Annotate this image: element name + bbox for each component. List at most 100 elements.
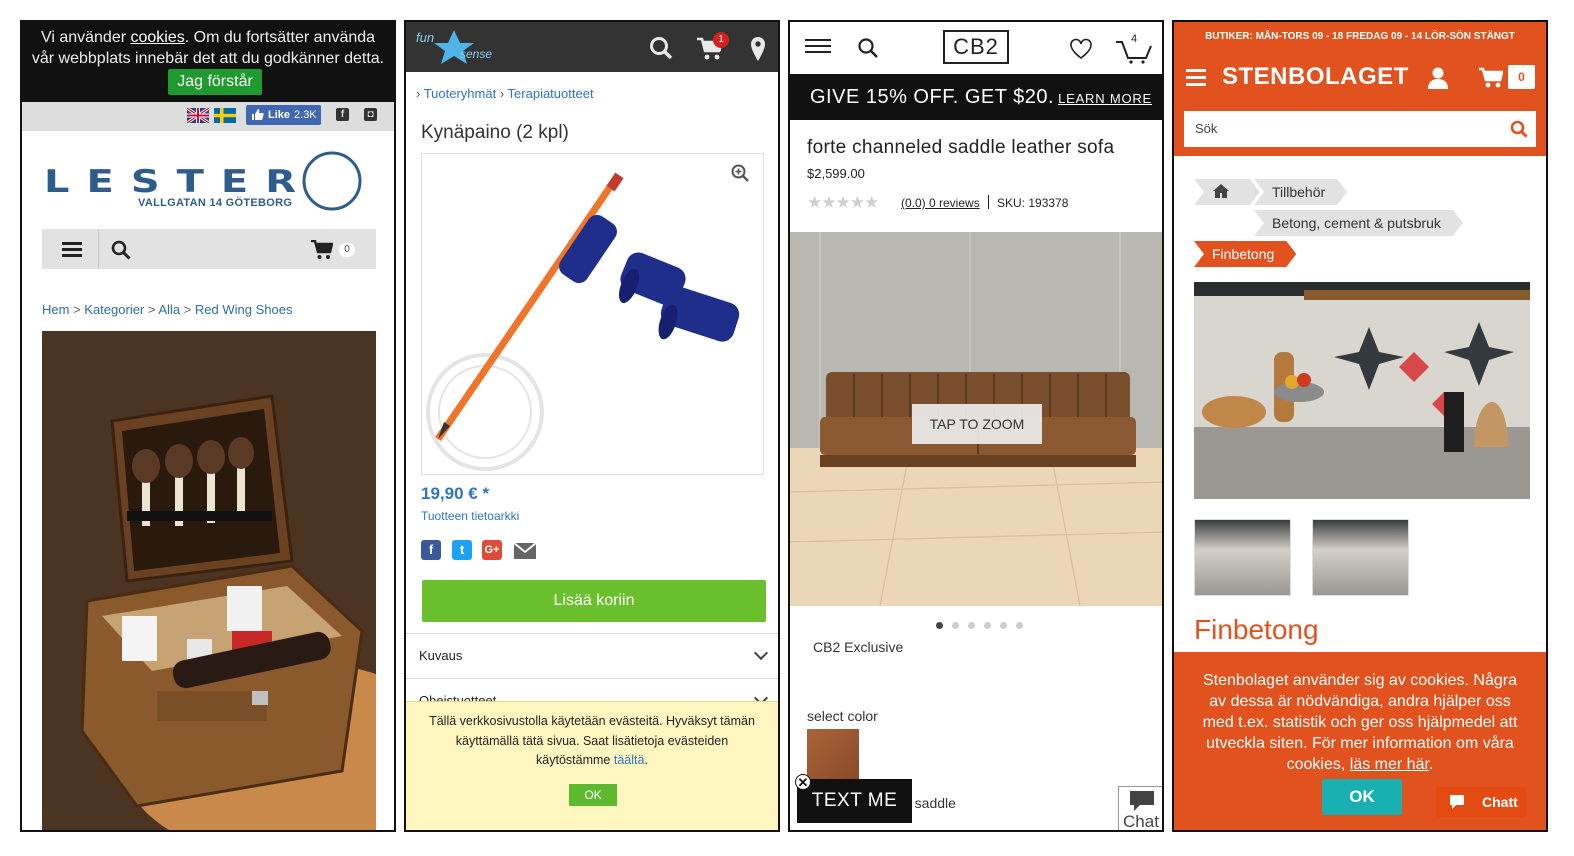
carousel-dot-4[interactable] xyxy=(984,622,991,629)
cookie-banner: Tällä verkkosivustolla käytetään evästei… xyxy=(406,701,778,830)
cart-icon[interactable] xyxy=(311,240,333,260)
product-thumbnail-1[interactable] xyxy=(1194,519,1291,596)
page-title: Finbetong xyxy=(1194,614,1319,645)
funsense-screen: fun sense 1 › Tuoteryhmät › Terapiatuott… xyxy=(404,20,780,832)
breadcrumb-home[interactable] xyxy=(1194,179,1260,205)
flag-uk-icon[interactable] xyxy=(187,108,209,123)
cart-count: 0 xyxy=(1508,65,1535,89)
search-icon[interactable] xyxy=(649,36,673,60)
cookie-link[interactable]: cookies xyxy=(130,29,184,46)
breadcrumb-current[interactable]: Red Wing Shoes xyxy=(195,302,293,317)
close-icon[interactable]: ✕ xyxy=(795,774,811,790)
logo-address: VALLGATAN 14 GÖTEBORG xyxy=(138,197,293,209)
product-datasheet-link[interactable]: Tuotteen tietoarkki xyxy=(421,509,519,523)
facebook-icon[interactable]: f xyxy=(421,540,441,560)
select-color-label: select color xyxy=(807,708,878,724)
lester-screen: Vi använder cookies. Om du fortsätter an… xyxy=(20,20,396,832)
nav-divider xyxy=(98,229,99,269)
cb2-logo[interactable]: CB2 xyxy=(943,30,1009,64)
logo-wordmark[interactable]: LESTER xyxy=(44,164,313,200)
cart-badge: 1 xyxy=(713,32,729,48)
chat-label: Chat xyxy=(1123,812,1159,831)
logo-sense: sense xyxy=(460,47,492,61)
cookie-text: Tällä verkkosivustolla käytetään evästei… xyxy=(429,714,755,767)
breadcrumb-all[interactable]: Alla xyxy=(158,302,180,317)
add-to-cart-button[interactable]: Lisää koriin xyxy=(422,580,766,622)
promo-banner[interactable]: GIVE 15% OFF. GET $20. LEARN MORE xyxy=(790,74,1162,120)
breadcrumb-current[interactable]: Finbetong xyxy=(1194,241,1296,267)
product-main-image[interactable] xyxy=(1194,282,1530,499)
cookie-accept-button[interactable]: Jag förstår xyxy=(168,69,262,95)
heart-icon[interactable] xyxy=(1069,38,1093,60)
product-title: Kynäpaino (2 kpl) xyxy=(421,122,569,143)
reviews-link[interactable]: (0.0) 0 reviews xyxy=(901,196,980,210)
cart-icon[interactable] xyxy=(1479,67,1503,89)
cookie-text-pre: Vi använder xyxy=(40,29,131,46)
product-sku: SKU: 193378 xyxy=(997,196,1069,210)
breadcrumb-concrete[interactable]: Betong, cement & putsbruk xyxy=(1254,210,1463,236)
menu-icon[interactable] xyxy=(62,241,82,257)
cookie-text-end: . xyxy=(644,753,648,767)
product-price: 19,90 € * xyxy=(421,484,490,503)
chat-icon xyxy=(1450,795,1464,809)
reviews-divider xyxy=(988,195,989,209)
facebook-icon[interactable]: f xyxy=(336,108,349,121)
cookie-read-more-link[interactable]: läs mer här xyxy=(1350,756,1429,773)
email-icon[interactable] xyxy=(513,542,537,560)
opening-hours-bar: BUTIKER: MÅN-TORS 09 - 18 FREDAG 09 - 14… xyxy=(1174,22,1546,50)
breadcrumb-product-groups[interactable]: Tuoteryhmät xyxy=(424,86,497,101)
accordion-description[interactable]: Kuvaus xyxy=(406,633,778,677)
text-me-button[interactable]: TEXT ME xyxy=(797,779,912,823)
cookie-ok-button[interactable]: OK xyxy=(1322,779,1402,815)
breadcrumb-therapy-products[interactable]: Terapiatuotteet xyxy=(508,86,594,101)
facebook-like-button[interactable]: Like 2.3K xyxy=(246,105,321,125)
promo-learn-more-link[interactable]: LEARN MORE xyxy=(1058,91,1152,106)
product-thumbnail-2[interactable] xyxy=(1312,519,1409,596)
menu-icon[interactable] xyxy=(1186,69,1206,87)
carousel-dot-1[interactable] xyxy=(936,622,943,629)
product-price: $2,599.00 xyxy=(807,166,865,181)
tap-to-zoom-button[interactable]: TAP TO ZOOM xyxy=(912,404,1042,444)
carousel-dot-6[interactable] xyxy=(1016,622,1023,629)
chevron-down-icon xyxy=(753,645,769,661)
twitter-icon[interactable]: t xyxy=(452,540,472,560)
search-icon[interactable] xyxy=(1510,120,1528,138)
chat-button[interactable]: Chatt xyxy=(1436,787,1526,817)
chat-bubble-icon xyxy=(1130,791,1154,811)
product-photo[interactable] xyxy=(42,331,394,830)
breadcrumb: › Tuoteryhmät › Terapiatuotteet xyxy=(416,86,594,101)
exclusive-badge: CB2 Exclusive xyxy=(813,639,904,655)
breadcrumb-accessories[interactable]: Tillbehör xyxy=(1254,179,1347,205)
home-icon xyxy=(1212,183,1230,199)
logo-fun: fun xyxy=(416,30,434,45)
cookie-text-end: . xyxy=(1428,756,1434,773)
search-input[interactable]: Sök xyxy=(1184,111,1536,147)
cookie-link[interactable]: täältä xyxy=(614,753,645,767)
shoe-care-box-image xyxy=(42,331,394,830)
breadcrumb-categories[interactable]: Kategorier xyxy=(84,302,144,317)
carousel-dot-3[interactable] xyxy=(968,622,975,629)
menu-icon[interactable] xyxy=(805,39,831,55)
carousel-dot-5[interactable] xyxy=(1000,622,1007,629)
search-icon[interactable] xyxy=(111,240,131,260)
chat-button[interactable]: Chat xyxy=(1118,786,1162,831)
color-swatch-saddle[interactable] xyxy=(807,729,859,781)
search-icon[interactable] xyxy=(857,37,879,59)
zoom-icon[interactable] xyxy=(731,164,749,182)
logo-circle-icon xyxy=(302,151,362,211)
kitchen-tiles-image xyxy=(1194,282,1530,499)
google-plus-icon[interactable]: G+ xyxy=(482,540,502,560)
product-image[interactable] xyxy=(421,153,764,475)
location-icon[interactable] xyxy=(750,36,766,62)
accordion-description-label: Kuvaus xyxy=(419,648,463,663)
cart-count: 4 xyxy=(1131,33,1138,45)
brand-logo[interactable]: STENBOLAGET xyxy=(1222,63,1409,91)
facebook-like-label: Like xyxy=(268,109,291,121)
instagram-icon[interactable]: ◘ xyxy=(364,108,377,121)
funsense-logo[interactable]: fun sense xyxy=(416,28,506,66)
flag-se-icon[interactable] xyxy=(214,108,236,123)
user-icon[interactable] xyxy=(1428,67,1448,89)
breadcrumb-home[interactable]: Hem xyxy=(42,302,69,317)
cookie-ok-button[interactable]: OK xyxy=(569,784,617,806)
carousel-dot-2[interactable] xyxy=(952,622,959,629)
